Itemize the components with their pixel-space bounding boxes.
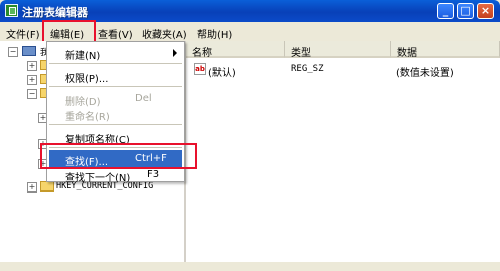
string-value-icon: ab (194, 63, 206, 75)
close-button[interactable]: × (477, 3, 494, 19)
menu-item-permissions[interactable]: 权限(P)... (47, 67, 184, 85)
menu-separator (49, 124, 182, 125)
menu-item-rename: 重命名(R) (65, 112, 110, 123)
submenu-arrow-icon (173, 49, 177, 57)
computer-icon (22, 46, 36, 56)
menu-item-new[interactable]: 新建(N) (47, 44, 184, 62)
registry-editor-icon (5, 4, 18, 17)
column-header-name[interactable]: 名称 (186, 41, 285, 59)
status-bar (0, 262, 500, 271)
menu-separator (49, 86, 182, 87)
menu-view[interactable]: 查看(V) (98, 26, 133, 41)
title-bar[interactable]: 注册表编辑器 _ □ × (0, 0, 500, 22)
tree-collapse-icon[interactable]: − (27, 89, 37, 99)
tree-expand-icon[interactable]: + (27, 182, 37, 192)
tree-expand-icon[interactable]: + (27, 75, 37, 85)
menu-file[interactable]: 文件(F) (6, 26, 40, 41)
menu-help[interactable]: 帮助(H) (197, 26, 232, 41)
column-header-type[interactable]: 类型 (285, 41, 391, 59)
tree-expand-icon[interactable]: + (27, 61, 37, 71)
minimize-button[interactable]: _ (437, 3, 454, 19)
menu-separator (49, 63, 182, 64)
menu-favorites[interactable]: 收藏夹(A) (142, 26, 187, 41)
column-header-data[interactable]: 数据 (391, 41, 500, 59)
find-item-highlight (40, 143, 197, 169)
value-name[interactable]: (默认) (208, 64, 236, 79)
value-data: (数值未设置) (396, 68, 454, 79)
maximize-button[interactable]: □ (457, 3, 474, 19)
value-type: REG_SZ (291, 64, 324, 74)
tree-collapse-icon[interactable]: − (8, 47, 18, 57)
values-list-pane[interactable]: 名称 类型 数据 ab (默认) REG_SZ (数值未设置) (186, 41, 500, 271)
window-title: 注册表编辑器 (22, 6, 88, 19)
